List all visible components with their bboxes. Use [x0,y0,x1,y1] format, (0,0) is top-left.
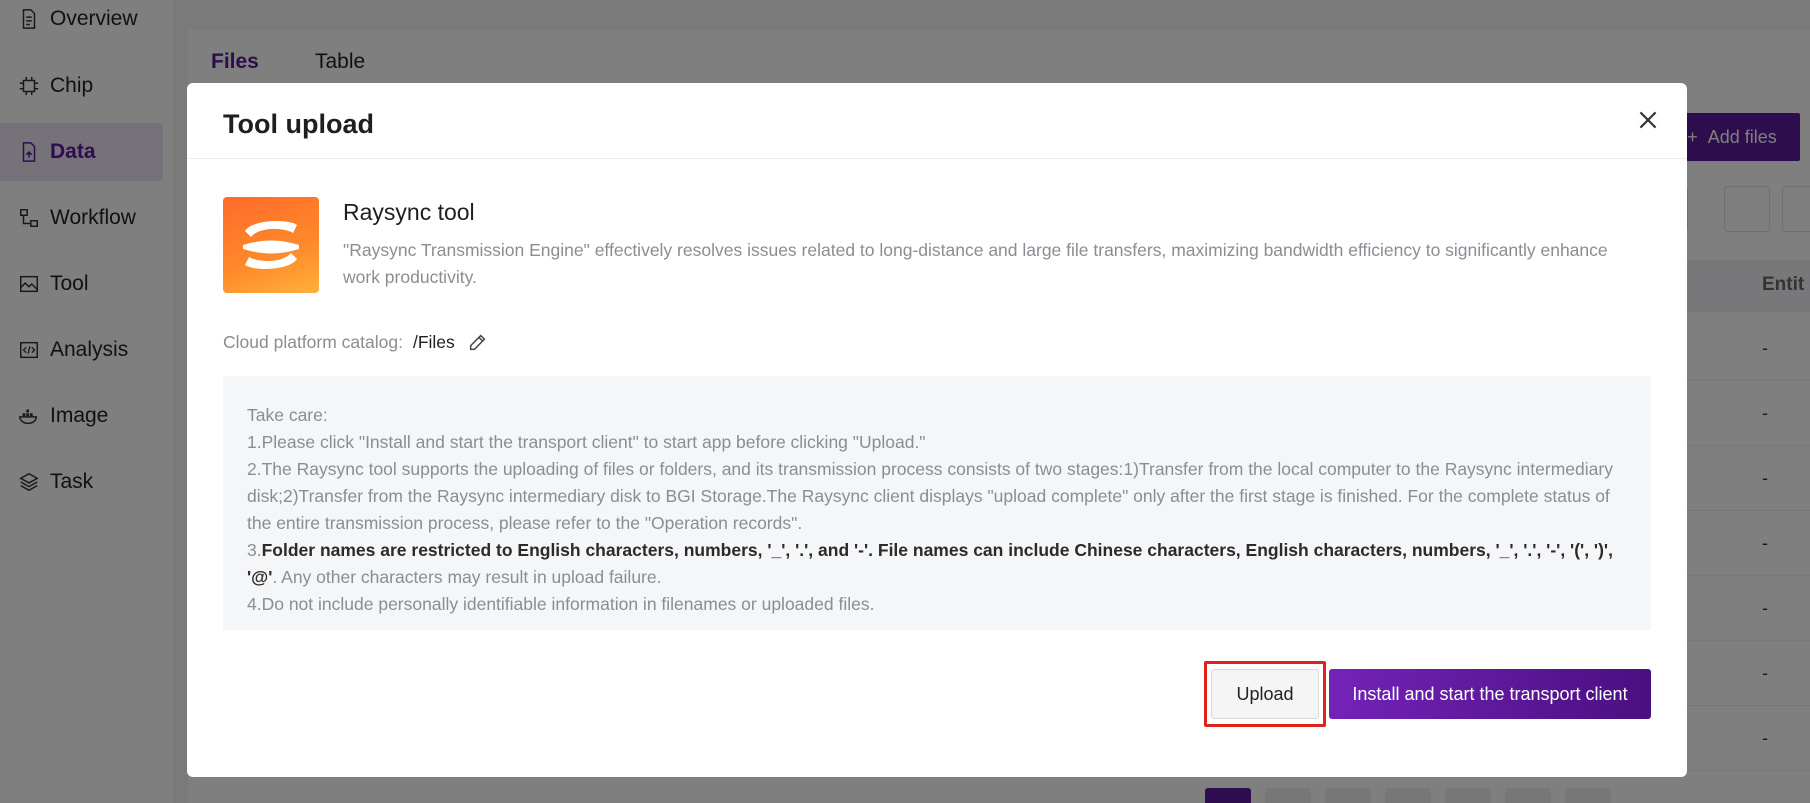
close-icon[interactable] [1635,107,1661,133]
tool-name: Raysync tool [343,199,475,225]
cloud-catalog: Cloud platform catalog: /Files [223,331,489,353]
dialog-header: Tool upload [187,83,1687,159]
notes-item: 2.The Raysync tool supports the uploadin… [247,459,1613,533]
install-transport-client-button[interactable]: Install and start the transport client [1329,669,1651,719]
tool-upload-dialog: Tool upload Raysync tool "Raysync Transm… [187,83,1687,777]
catalog-path: /Files [412,331,455,352]
raysync-logo-icon [243,221,299,269]
tool-description: "Raysync Transmission Engine" effectivel… [343,240,1608,287]
raysync-logo [223,197,319,293]
dialog-title: Tool upload [223,109,374,139]
notes-heading: Take care: [247,405,328,425]
upload-button[interactable]: Upload [1211,669,1319,719]
notes-item-suffix: . Any other characters may result in upl… [272,567,662,587]
notes-panel: Take care: 1.Please click "Install and s… [223,376,1651,630]
notes-item: 1.Please click "Install and start the tr… [247,432,926,452]
edit-pencil-icon[interactable] [467,331,489,353]
notes-item-prefix: 3. [247,540,262,560]
catalog-label: Cloud platform catalog: [223,331,403,352]
notes-item: 3.Folder names are restricted to English… [247,537,1629,591]
notes-item: 4.Do not include personally identifiable… [247,594,875,614]
